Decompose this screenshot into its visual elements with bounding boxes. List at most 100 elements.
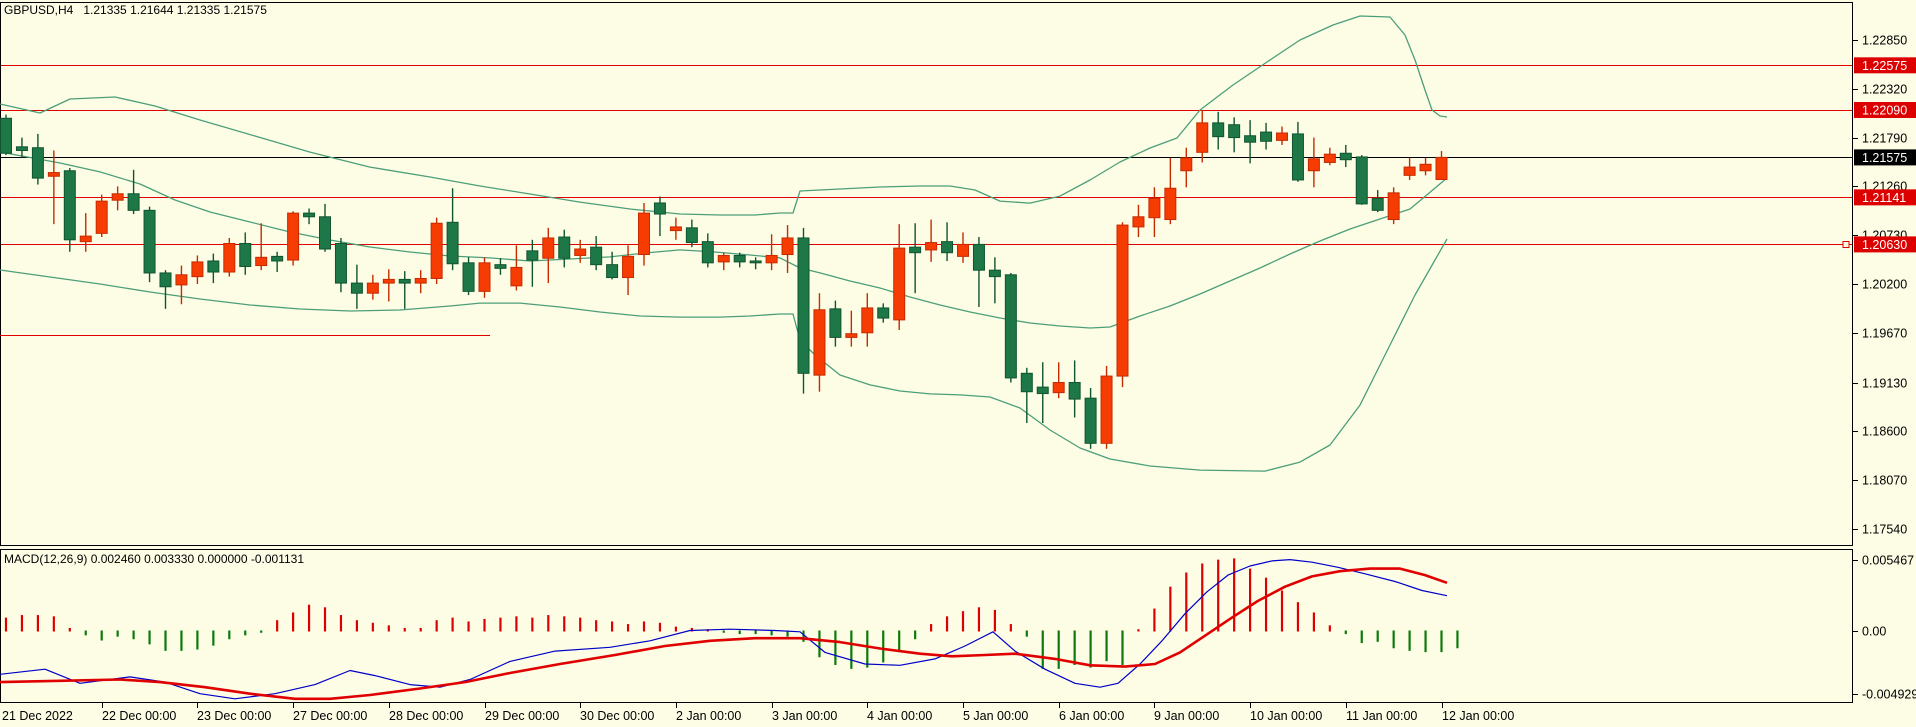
candle-body — [1356, 157, 1367, 204]
price-badge-label[interactable]: 1.21141 — [1862, 191, 1906, 205]
candle-body — [910, 247, 921, 253]
candle-body — [1420, 164, 1431, 170]
candle-body — [511, 267, 522, 285]
level-line-handle[interactable] — [1843, 242, 1849, 248]
time-axis-label: 10 Jan 00:00 — [1250, 709, 1322, 723]
price-axis-label: 1.19670 — [1862, 327, 1907, 341]
price-axis-label: 1.20200 — [1862, 278, 1907, 292]
candle-body — [383, 279, 394, 283]
candle-body — [64, 171, 75, 240]
candle-body — [256, 257, 267, 265]
candle-body — [1404, 167, 1415, 175]
macd-indicator-label: MACD(12,26,9) 0.002460 0.003330 0.000000… — [4, 552, 304, 566]
candle-body — [367, 283, 378, 293]
candle-body — [288, 213, 299, 260]
candle-body — [1388, 193, 1399, 220]
terminal-chart-window: GBPUSD,H4 1.21335 1.21644 1.21335 1.2157… — [0, 0, 1916, 727]
price-badge-label[interactable]: 1.22575 — [1862, 59, 1907, 73]
time-axis-label: 12 Jan 00:00 — [1442, 709, 1514, 723]
price-axis-label: 1.19130 — [1862, 377, 1907, 391]
candle-body — [1069, 383, 1080, 400]
time-axis-label: 27 Dec 00:00 — [293, 709, 367, 723]
candle-body — [272, 256, 283, 261]
time-axis-label: 5 Jan 00:00 — [963, 709, 1028, 723]
candle-body — [1277, 133, 1288, 140]
time-axis-label: 9 Jan 00:00 — [1154, 709, 1219, 723]
candle-body — [224, 243, 235, 272]
candle-body — [447, 222, 458, 263]
candle-body — [654, 203, 665, 214]
candle-body — [192, 262, 203, 277]
candle-body — [1181, 158, 1192, 171]
time-axis-label: 21 Dec 2022 — [2, 709, 73, 723]
macd-signal-line — [0, 569, 1447, 699]
candle-body — [1372, 198, 1383, 210]
price-badge-label[interactable]: 1.22090 — [1862, 103, 1907, 117]
candle-body — [1133, 217, 1144, 227]
price-axis-label: 1.18600 — [1862, 425, 1907, 439]
price-badge-label[interactable]: 1.21575 — [1862, 151, 1907, 165]
candle-body — [1101, 376, 1112, 443]
candle-body — [926, 243, 937, 250]
candle-body — [527, 251, 538, 260]
candle-body — [702, 242, 713, 263]
candle-body — [862, 308, 873, 333]
bollinger-lower-band — [0, 239, 1447, 471]
candle-body — [1037, 387, 1048, 393]
candle-body — [351, 283, 362, 293]
candle-body — [399, 279, 410, 283]
candle-body — [607, 265, 618, 278]
candle-body — [208, 261, 219, 272]
candle-body — [782, 238, 793, 255]
candle-body — [128, 194, 139, 211]
price-axis-label: 1.22320 — [1862, 83, 1907, 97]
candle-body — [160, 273, 171, 287]
candle-body — [1, 118, 12, 153]
candle-body — [1436, 157, 1447, 179]
candle-body — [1245, 136, 1256, 142]
candle-body — [973, 244, 984, 270]
candle-body — [591, 247, 602, 264]
candle-body — [176, 275, 187, 285]
symbol-ohlc-label: GBPUSD,H4 1.21335 1.21644 1.21335 1.2157… — [4, 3, 267, 17]
price-axis-label: 1.22850 — [1862, 34, 1907, 48]
candle-body — [415, 278, 426, 283]
candle-body — [1149, 198, 1160, 217]
candle-body — [320, 217, 331, 249]
candle-body — [335, 243, 346, 283]
candle-body — [623, 256, 634, 277]
price-badge-label[interactable]: 1.20630 — [1862, 238, 1907, 252]
candle-body — [240, 243, 251, 266]
candle-body — [1021, 373, 1032, 391]
price-axis-label: 1.17540 — [1862, 523, 1907, 537]
candle-body — [846, 334, 857, 338]
candle-body — [830, 309, 841, 338]
candle-body — [559, 237, 570, 258]
macd-axis-label: -0.004929 — [1862, 688, 1916, 702]
candle-body — [463, 263, 474, 292]
candle-body — [814, 310, 825, 375]
time-axis-label: 28 Dec 00:00 — [389, 709, 463, 723]
macd-pane-border — [1, 550, 1853, 703]
candle-body — [798, 238, 809, 373]
candle-body — [989, 270, 1000, 276]
time-axis-label: 22 Dec 00:00 — [102, 709, 176, 723]
candle-body — [1197, 123, 1208, 152]
candle-body — [431, 223, 442, 278]
main-pane-border — [1, 3, 1853, 546]
candle-body — [16, 147, 27, 151]
price-chart-canvas[interactable]: 1.228501.223201.217901.212601.207301.202… — [0, 0, 1916, 727]
time-axis-label: 30 Dec 00:00 — [580, 709, 654, 723]
candle-body — [1085, 398, 1096, 443]
candle-body — [1165, 188, 1176, 219]
candle-body — [1053, 383, 1064, 393]
candle-body — [750, 261, 761, 263]
candle-body — [1324, 154, 1335, 162]
candle-body — [1308, 159, 1319, 171]
candle-body — [1261, 132, 1272, 141]
candle-body — [734, 255, 745, 261]
time-axis-label: 2 Jan 00:00 — [676, 709, 741, 723]
candle-body — [958, 244, 969, 256]
macd-axis-label: 0.00 — [1862, 625, 1886, 639]
time-axis-label: 3 Jan 00:00 — [772, 709, 837, 723]
